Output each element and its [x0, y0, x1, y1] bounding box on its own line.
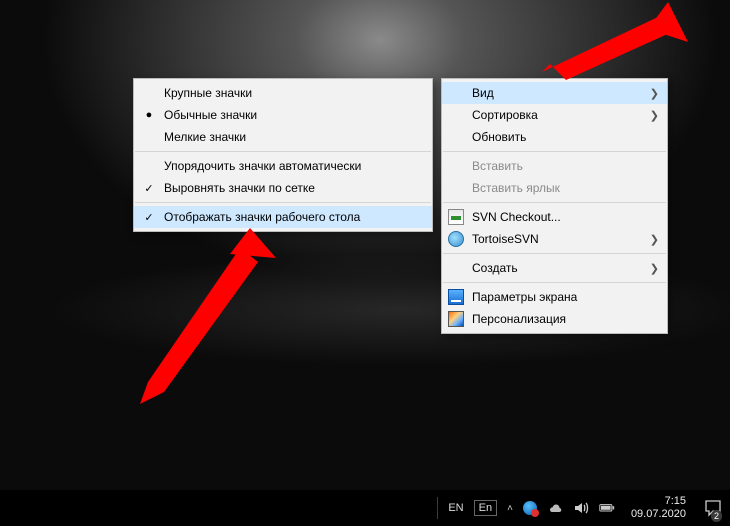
menu-item-paste: Вставить	[442, 155, 667, 177]
menu-separator	[443, 151, 666, 152]
taskbar: EN En ˄ 7:15 09.07.2020 2	[0, 490, 730, 526]
menu-item-paste-shortcut: Вставить ярлык	[442, 177, 667, 199]
clock-time: 7:15	[631, 495, 686, 508]
menu-separator	[135, 202, 431, 203]
menu-item-small-icons[interactable]: Мелкие значки	[134, 126, 432, 148]
menu-item-label: Персонализация	[472, 312, 566, 326]
menu-item-personalize[interactable]: Персонализация	[442, 308, 667, 330]
display-settings-icon	[448, 289, 464, 305]
system-tray: EN En ˄ 7:15 09.07.2020 2	[431, 490, 730, 526]
menu-item-label: SVN Checkout...	[472, 210, 561, 224]
menu-item-label: TortoiseSVN	[472, 232, 539, 246]
tray-overflow-chevron-icon[interactable]: ˄	[507, 503, 513, 514]
menu-item-label: Крупные значки	[164, 86, 252, 100]
view-submenu: Крупные значки ● Обычные значки Мелкие з…	[133, 78, 433, 232]
menu-item-display-settings[interactable]: Параметры экрана	[442, 286, 667, 308]
language-indicator-secondary[interactable]: En	[474, 500, 497, 516]
menu-item-show-desktop-icons[interactable]: ✓ Отображать значки рабочего стола	[134, 206, 432, 228]
menu-separator	[135, 151, 431, 152]
menu-item-medium-icons[interactable]: ● Обычные значки	[134, 104, 432, 126]
onedrive-icon[interactable]	[547, 500, 563, 516]
submenu-arrow-icon: ❯	[650, 262, 659, 275]
submenu-arrow-icon: ❯	[650, 109, 659, 122]
checkmark-icon: ✓	[142, 182, 156, 195]
desktop-context-menu: Вид ❯ Сортировка ❯ Обновить Вставить Вст…	[441, 78, 668, 334]
menu-item-sort[interactable]: Сортировка ❯	[442, 104, 667, 126]
menu-item-align-to-grid[interactable]: ✓ Выровнять значки по сетке	[134, 177, 432, 199]
notification-badge: 2	[711, 510, 722, 522]
menu-item-label: Отображать значки рабочего стола	[164, 210, 360, 224]
tray-separator	[437, 497, 438, 519]
menu-item-new[interactable]: Создать ❯	[442, 257, 667, 279]
menu-item-tortoisesvn[interactable]: TortoiseSVN ❯	[442, 228, 667, 250]
menu-item-label: Вид	[472, 86, 494, 100]
menu-item-svn-checkout[interactable]: SVN Checkout...	[442, 206, 667, 228]
menu-item-label: Создать	[472, 261, 518, 275]
network-globe-icon[interactable]	[523, 501, 537, 515]
menu-item-label: Выровнять значки по сетке	[164, 181, 315, 195]
menu-item-view[interactable]: Вид ❯	[442, 82, 667, 104]
menu-separator	[443, 253, 666, 254]
menu-item-label: Обычные значки	[164, 108, 257, 122]
submenu-arrow-icon: ❯	[650, 87, 659, 100]
checkmark-icon: ✓	[142, 211, 156, 224]
battery-icon[interactable]	[599, 500, 615, 516]
action-center-button[interactable]: 2	[702, 490, 724, 526]
menu-item-label: Обновить	[472, 130, 526, 144]
menu-item-label: Упорядочить значки автоматически	[164, 159, 361, 173]
radio-bullet-icon: ●	[142, 109, 156, 121]
menu-item-auto-arrange[interactable]: Упорядочить значки автоматически	[134, 155, 432, 177]
submenu-arrow-icon: ❯	[650, 233, 659, 246]
menu-item-label: Сортировка	[472, 108, 538, 122]
menu-item-label: Вставить	[472, 159, 523, 173]
personalize-icon	[448, 311, 464, 327]
volume-icon[interactable]	[573, 500, 589, 516]
menu-item-label: Вставить ярлык	[472, 181, 560, 195]
menu-item-label: Мелкие значки	[164, 130, 246, 144]
menu-item-large-icons[interactable]: Крупные значки	[134, 82, 432, 104]
taskbar-clock[interactable]: 7:15 09.07.2020	[625, 495, 692, 520]
menu-separator	[443, 202, 666, 203]
menu-separator	[443, 282, 666, 283]
menu-item-refresh[interactable]: Обновить	[442, 126, 667, 148]
tortoisesvn-icon	[448, 231, 464, 247]
svn-checkout-icon	[448, 209, 464, 225]
menu-item-label: Параметры экрана	[472, 290, 577, 304]
clock-date: 09.07.2020	[631, 508, 686, 521]
language-indicator-primary[interactable]: EN	[448, 502, 463, 514]
